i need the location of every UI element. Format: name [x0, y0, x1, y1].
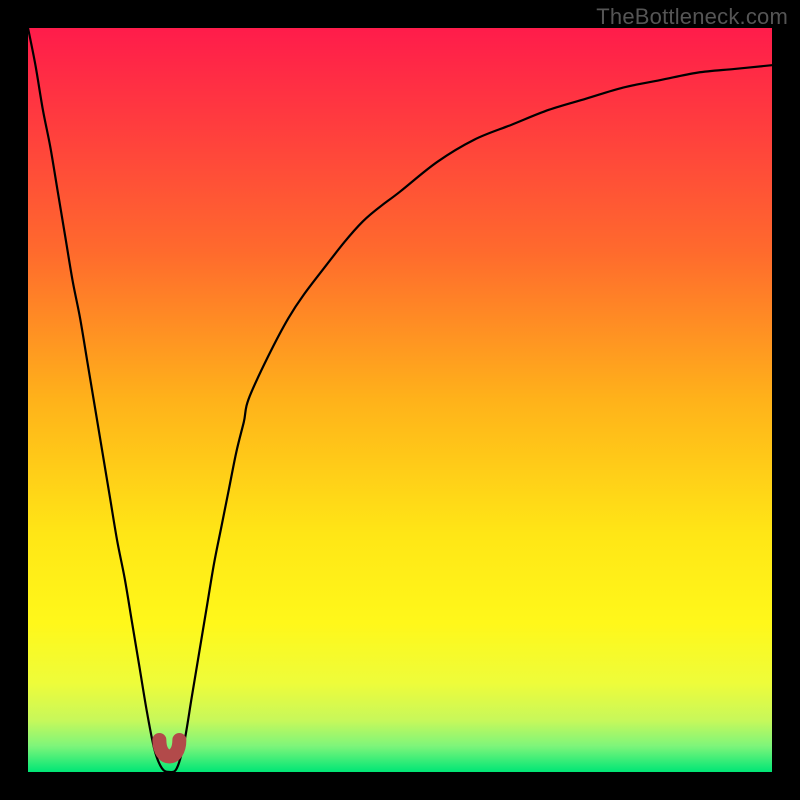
chart-frame: TheBottleneck.com	[0, 0, 800, 800]
chart-curves	[28, 28, 772, 772]
bottleneck-curve	[28, 28, 772, 772]
plot-area	[28, 28, 772, 772]
watermark-label: TheBottleneck.com	[596, 4, 788, 30]
optimal-marker-icon	[159, 740, 179, 757]
